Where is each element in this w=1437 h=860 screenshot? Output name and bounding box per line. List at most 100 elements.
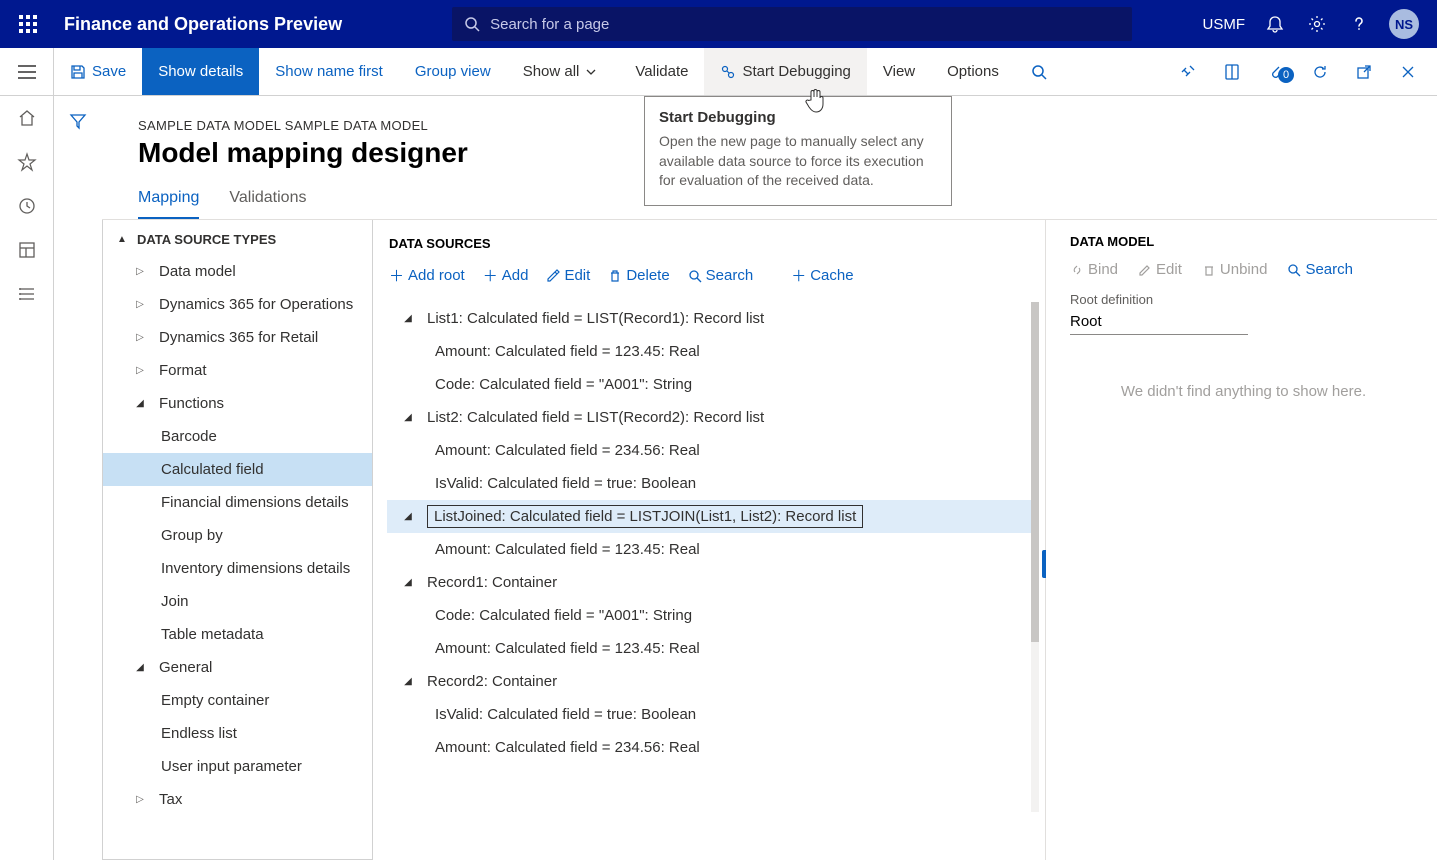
home-icon[interactable] [17, 108, 37, 128]
root-definition-field[interactable]: Root [1070, 309, 1248, 335]
dst-item[interactable]: ▷ Dynamics 365 for Retail [103, 321, 372, 354]
delete-button[interactable]: Delete [608, 265, 669, 286]
start-debugging-button[interactable]: Start Debugging [704, 48, 866, 95]
ds-toolbar: ＋Add root ＋Add Edit Delete Search ＋Cache [387, 259, 1037, 296]
ds-item[interactable]: Amount: Calculated field = 123.45: Real [387, 335, 1037, 368]
popout-icon[interactable] [1343, 64, 1385, 80]
trash-icon [1202, 263, 1216, 277]
show-all-dropdown[interactable]: Show all [507, 48, 620, 95]
bell-icon[interactable] [1263, 12, 1287, 36]
ds-item[interactable]: ◢Record2: Container [387, 665, 1037, 698]
options-menu[interactable]: Options [931, 48, 1015, 95]
caret-right-icon: ▷ [131, 332, 149, 343]
dst-header[interactable]: ▲ DATA SOURCE TYPES [103, 220, 372, 255]
show-details-button[interactable]: Show details [142, 48, 259, 95]
ds-item[interactable]: Code: Calculated field = "A001": String [387, 599, 1037, 632]
dst-item[interactable]: Financial dimensions details [103, 486, 372, 519]
page-icon[interactable] [1211, 63, 1253, 81]
tab-mapping[interactable]: Mapping [138, 189, 199, 219]
scrollbar[interactable] [1031, 302, 1039, 812]
dst-item[interactable]: Empty container [103, 684, 372, 717]
group-view-button[interactable]: Group view [399, 48, 507, 95]
recent-icon[interactable] [17, 196, 37, 216]
dm-search-button[interactable]: Search [1287, 261, 1353, 278]
ds-item-label: List1: Calculated field = LIST(Record1):… [427, 310, 764, 327]
star-icon[interactable] [17, 152, 37, 172]
bind-button[interactable]: Bind [1070, 261, 1118, 278]
dst-item[interactable]: ▷Format [103, 354, 372, 387]
scrollbar-thumb[interactable] [1031, 302, 1039, 642]
validate-button[interactable]: Validate [619, 48, 704, 95]
ds-item[interactable]: Amount: Calculated field = 234.56: Real [387, 434, 1037, 467]
workspaces-icon[interactable] [17, 240, 37, 260]
dst-item[interactable]: Endless list [103, 717, 372, 750]
ds-item[interactable]: ◢ListJoined: Calculated field = LISTJOIN… [387, 500, 1037, 533]
ds-item[interactable]: Amount: Calculated field = 123.45: Real [387, 533, 1037, 566]
add-button[interactable]: ＋Add [483, 265, 529, 286]
plus-icon: ＋ [791, 265, 806, 286]
ds-item-label: Code: Calculated field = "A001": String [435, 607, 692, 624]
show-name-first-button[interactable]: Show name first [259, 48, 399, 95]
splitter-handle[interactable] [1042, 550, 1046, 578]
ds-item-label: List2: Calculated field = LIST(Record2):… [427, 409, 764, 426]
cache-button[interactable]: ＋Cache [791, 265, 853, 286]
dst-item[interactable]: Group by [103, 519, 372, 552]
avatar[interactable]: NS [1389, 9, 1419, 39]
global-search-input[interactable] [490, 16, 1120, 33]
save-button[interactable]: Save [54, 48, 142, 95]
ds-search-button[interactable]: Search [688, 265, 754, 286]
dm-edit-button[interactable]: Edit [1138, 261, 1182, 278]
ds-item[interactable]: Amount: Calculated field = 123.45: Real [387, 632, 1037, 665]
caret-down-icon: ◢ [399, 676, 417, 687]
unbind-button[interactable]: Unbind [1202, 261, 1268, 278]
data-source-types-pane: ▲ DATA SOURCE TYPES ▷Data model ▷ Dynamics… [102, 220, 373, 860]
ds-item[interactable]: Amount: Calculated field = 234.56: Real [387, 731, 1037, 764]
ds-item[interactable]: ◢Record1: Container [387, 566, 1037, 599]
view-menu[interactable]: View [867, 48, 931, 95]
ds-item[interactable]: Code: Calculated field = "A001": String [387, 368, 1037, 401]
hamburger-icon[interactable] [0, 48, 54, 95]
dst-item[interactable]: ▷Tax [103, 783, 372, 816]
ds-item[interactable]: ◢List1: Calculated field = LIST(Record1)… [387, 302, 1037, 335]
dst-item[interactable]: ◢Functions [103, 387, 372, 420]
dst-item-label: Dynamics 365 for Operations [159, 296, 353, 313]
actionbar-search-button[interactable] [1015, 48, 1069, 95]
dst-item-label: Join [161, 593, 189, 610]
search-icon [464, 16, 480, 32]
dst-item[interactable]: Join [103, 585, 372, 618]
ds-item[interactable]: IsValid: Calculated field = true: Boolea… [387, 698, 1037, 731]
edit-button[interactable]: Edit [546, 265, 590, 286]
help-icon[interactable] [1347, 12, 1371, 36]
dst-item-label: Table metadata [161, 626, 264, 643]
dst-item[interactable]: Inventory dimensions details [103, 552, 372, 585]
ds-item[interactable]: IsValid: Calculated field = true: Boolea… [387, 467, 1037, 500]
tab-validations[interactable]: Validations [229, 189, 306, 219]
dst-item[interactable]: ◢General [103, 651, 372, 684]
company-selector[interactable]: USMF [1203, 16, 1246, 33]
app-launcher-icon[interactable] [8, 15, 48, 33]
dst-item[interactable]: Table metadata [103, 618, 372, 651]
dst-item[interactable]: Calculated field [103, 453, 372, 486]
dst-item-label: Dynamics 365 for Retail [159, 329, 318, 346]
ds-item[interactable]: ◢ List2: Calculated field = LIST(Record2)… [387, 401, 1037, 434]
dst-item[interactable]: ▷ Dynamics 365 for Operations [103, 288, 372, 321]
caret-down-icon: ◢ [399, 412, 417, 423]
global-search[interactable] [452, 7, 1132, 41]
pin-icon[interactable] [1167, 63, 1209, 81]
dst-item-label: Calculated field [161, 461, 264, 478]
caret-right-icon: ▷ [131, 299, 149, 310]
attachments-icon[interactable]: 0 [1255, 63, 1297, 81]
plus-icon: ＋ [483, 265, 498, 286]
dst-item-label: Empty container [161, 692, 269, 709]
dst-item[interactable]: Barcode [103, 420, 372, 453]
dst-item[interactable]: User input parameter [103, 750, 372, 783]
gear-icon[interactable] [1305, 12, 1329, 36]
refresh-icon[interactable] [1299, 63, 1341, 81]
modules-icon[interactable] [17, 284, 37, 304]
dst-item-label: Tax [159, 791, 182, 808]
close-icon[interactable] [1387, 64, 1429, 80]
dst-item[interactable]: ▷Data model [103, 255, 372, 288]
filter-icon[interactable] [69, 112, 87, 860]
dst-item-label: User input parameter [161, 758, 302, 775]
add-root-button[interactable]: ＋Add root [389, 265, 465, 286]
